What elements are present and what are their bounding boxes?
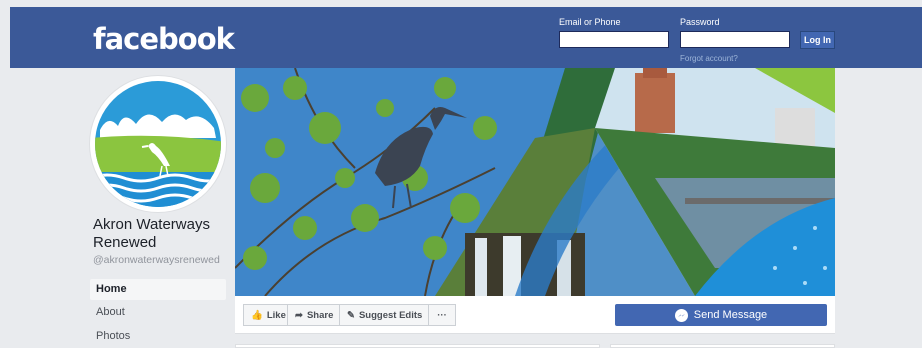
page-title: Akron Waterways Renewed: [93, 216, 210, 251]
suggest-edits-label: Suggest Edits: [358, 309, 423, 321]
nav-item-photos[interactable]: Photos: [90, 326, 226, 347]
suggest-edits-button[interactable]: ✎ Suggest Edits: [339, 304, 431, 326]
content-card-left: [235, 344, 600, 348]
more-options-button[interactable]: ···: [428, 304, 456, 326]
cover-collage-image: [235, 68, 835, 296]
page-action-bar: 👍 Like ➦ Share ✎ Suggest Edits ··· Send …: [235, 296, 835, 334]
send-message-label: Send Message: [693, 309, 768, 321]
messenger-icon: [674, 308, 688, 322]
top-bar: facebook Email or Phone Password Log In …: [10, 7, 922, 68]
nav-item-home[interactable]: Home: [90, 279, 226, 300]
send-message-button[interactable]: Send Message: [615, 304, 827, 326]
akron-waterways-logo: [93, 79, 223, 209]
facebook-logo[interactable]: facebook: [93, 22, 235, 56]
forgot-account-link[interactable]: Forgot account?: [680, 54, 738, 63]
password-field[interactable]: [680, 31, 790, 48]
page-avatar[interactable]: [90, 76, 226, 212]
thumbs-up-icon: 👍: [251, 309, 263, 321]
email-field[interactable]: [559, 31, 669, 48]
login-button[interactable]: Log In: [800, 31, 835, 49]
email-label: Email or Phone: [559, 17, 621, 27]
password-label: Password: [680, 17, 720, 27]
like-label: Like: [266, 309, 286, 321]
share-label: Share: [306, 309, 334, 321]
content-card-right: [610, 344, 835, 348]
share-button[interactable]: ➦ Share: [287, 304, 342, 326]
share-arrow-icon: ➦: [295, 309, 303, 321]
cover-photo[interactable]: [235, 68, 835, 296]
nav-item-about[interactable]: About: [90, 302, 226, 323]
page-handle[interactable]: @akronwaterwaysrenewed: [93, 254, 220, 266]
pencil-icon: ✎: [347, 309, 355, 321]
